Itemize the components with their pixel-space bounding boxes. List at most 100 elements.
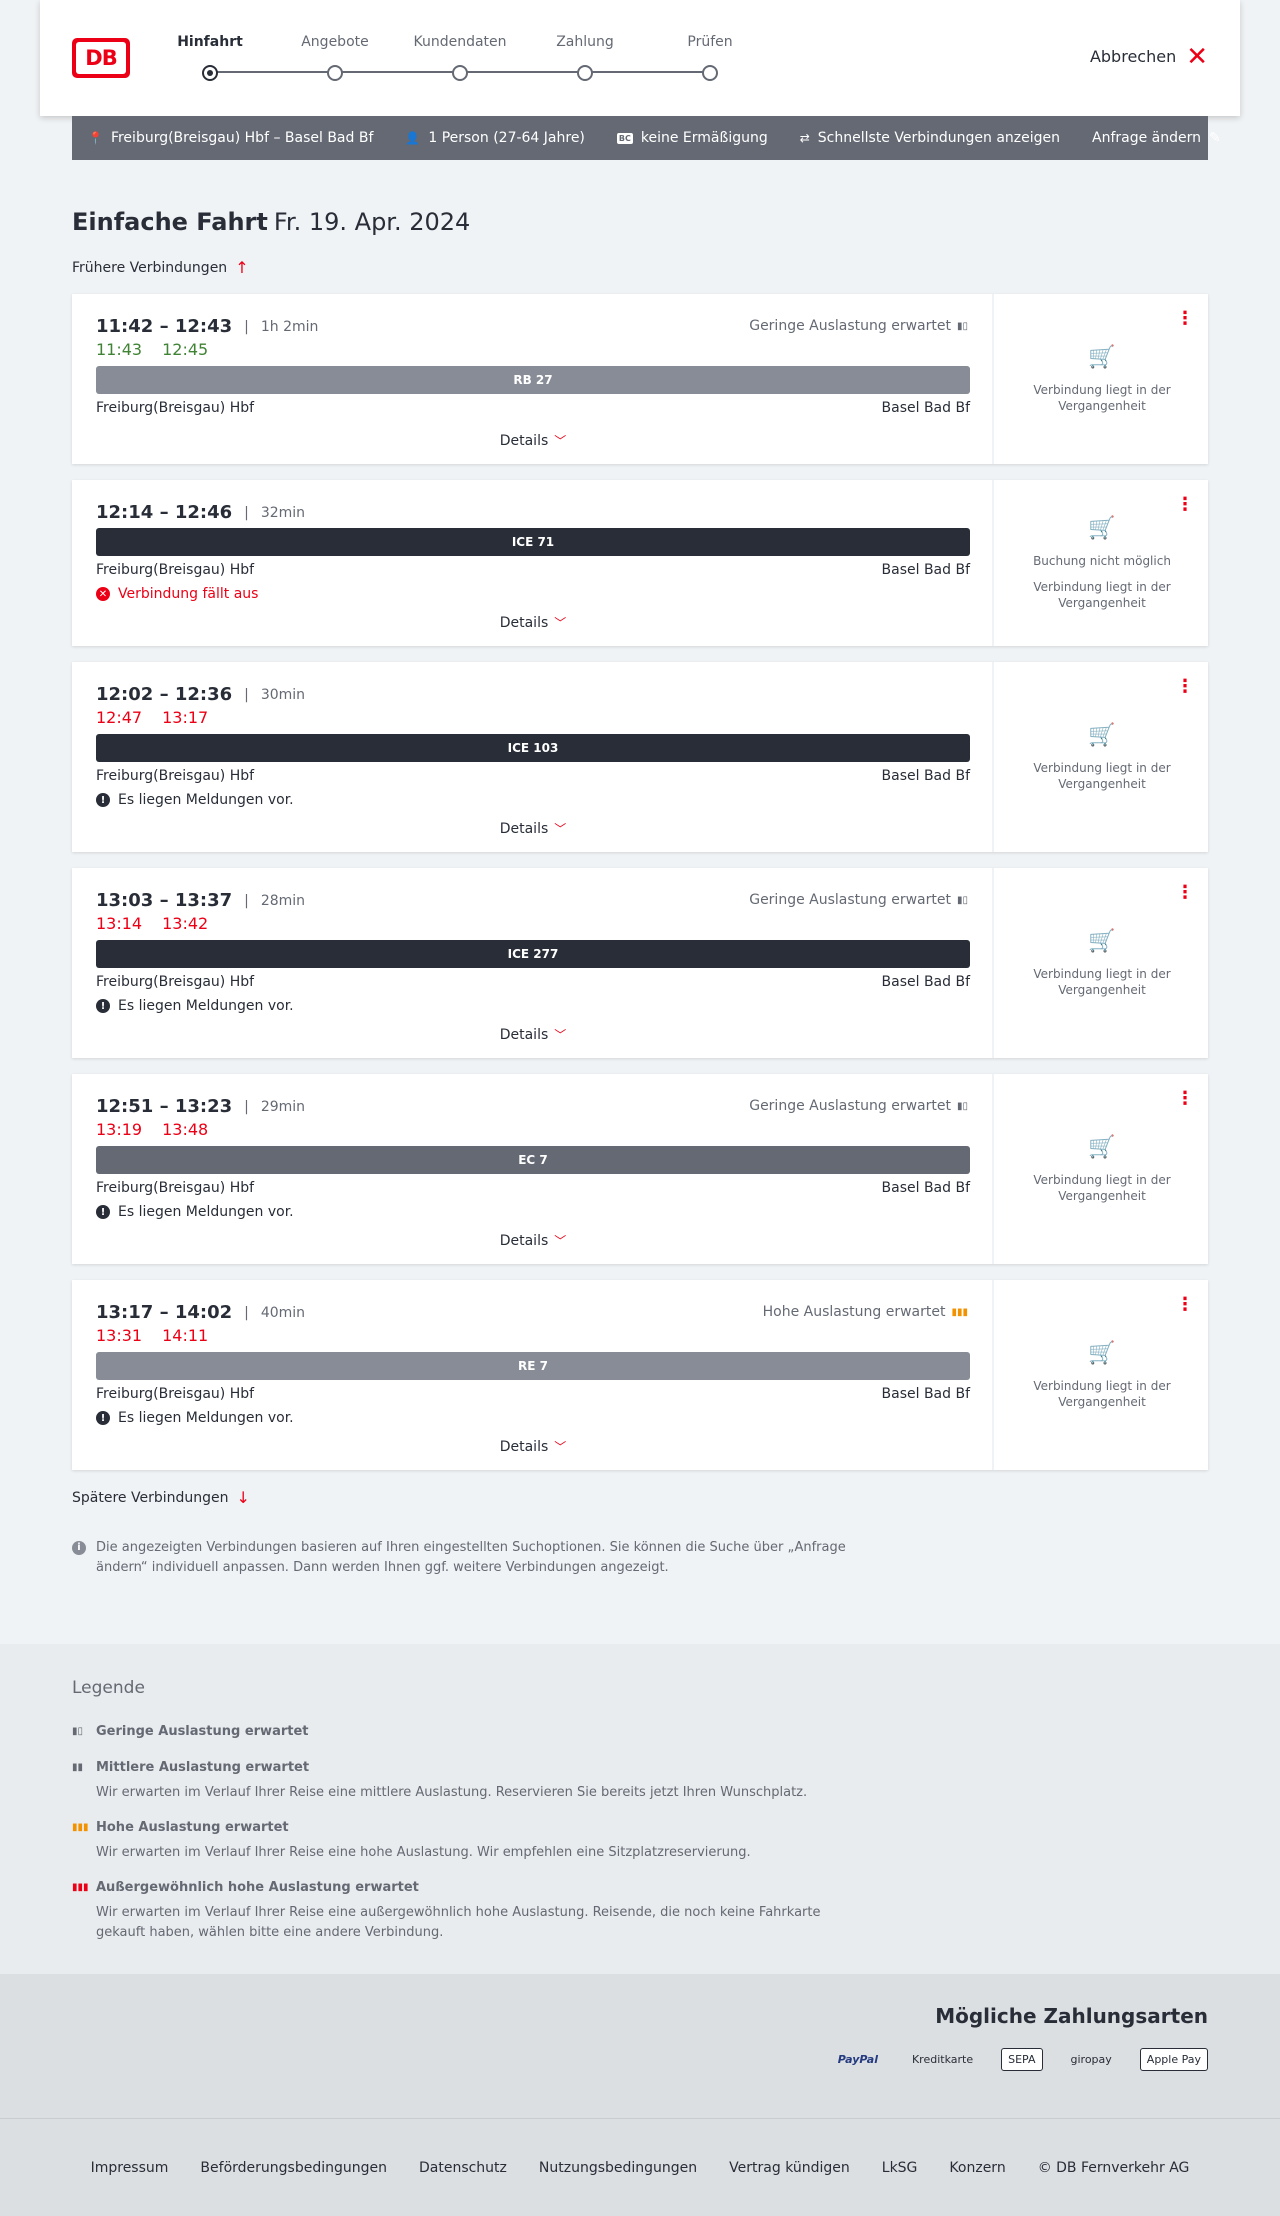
realtime-departure: 11:43 <box>96 340 143 359</box>
step-kundendaten: Kundendaten <box>405 34 515 81</box>
chevron-down-icon: ﹀ <box>554 822 567 836</box>
train-bar[interactable]: EC 7 <box>96 1146 970 1174</box>
footer-link-vertrag[interactable]: Vertrag kündigen <box>729 2160 850 2176</box>
low-load-icon: ▮▯ <box>956 320 968 332</box>
more-options-icon[interactable]: ⋮ <box>1176 676 1194 697</box>
train-bar[interactable]: RE 7 <box>96 1352 970 1380</box>
details-label: Details <box>499 821 549 837</box>
footer-link-konzern[interactable]: Konzern <box>949 2160 1005 2176</box>
details-toggle[interactable]: Details ﹀ <box>72 1232 994 1249</box>
arrival-station: Basel Bad Bf <box>881 400 970 416</box>
booking-status: ⋮ 🛒 Verbindung liegt in der Vergangenhei… <box>996 1280 1208 1470</box>
load-text: Hohe Auslastung erwartet <box>762 1304 946 1320</box>
duration: 28min <box>260 892 306 909</box>
duration: 40min <box>260 1304 306 1321</box>
status-note: Verbindung liegt in der Vergangenheit <box>1033 1378 1171 1409</box>
high-load-icon: ▮▮▮ <box>72 1822 89 1833</box>
booking-status: ⋮ 🛒 Buchung nicht möglich Verbindung lie… <box>996 480 1208 646</box>
trip-date: Fr. 19. Apr. 2024 <box>273 208 471 236</box>
departure-station: Freiburg(Breisgau) Hbf <box>96 400 255 416</box>
stations: Freiburg(Breisgau) Hbf Basel Bad Bf <box>96 562 970 578</box>
separator: | <box>244 504 249 521</box>
apple-pay-icon: Apple Pay <box>1139 2048 1208 2071</box>
train-bar[interactable]: ICE 103 <box>96 734 970 762</box>
footer-link-befoerderung[interactable]: Beförderungsbedingungen <box>200 2160 387 2176</box>
low-load-icon: ▮▯ <box>956 1100 968 1112</box>
connection-times: 13:17 – 14:02 | 40min <box>96 1302 305 1323</box>
arrow-down-icon: ↓ <box>236 1488 250 1507</box>
schedule-times: 13:03 – 13:37 <box>96 890 233 911</box>
db-logo[interactable]: DB <box>72 38 130 78</box>
cancel-button[interactable]: Abbrechen ✕ <box>1090 44 1208 70</box>
connection-times: 12:14 – 12:46 | 32min <box>96 502 305 523</box>
later-label: Spätere Verbindungen <box>72 1489 229 1506</box>
arrow-up-icon: ↑ <box>235 258 249 277</box>
load-text: Geringe Auslastung erwartet <box>749 318 951 334</box>
message-text: Es liegen Meldungen vor. <box>118 998 294 1014</box>
details-toggle[interactable]: Details ﹀ <box>72 614 994 631</box>
booking-stepper: Hinfahrt Angebote Kundendaten Zahlung Pr… <box>162 34 733 84</box>
realtime-times: 13:14 13:42 <box>96 914 208 933</box>
more-options-icon[interactable]: ⋮ <box>1176 1088 1194 1109</box>
details-label: Details <box>499 433 549 449</box>
cart-unavailable-icon: 🛒 <box>1088 1340 1116 1366</box>
earlier-connections-link[interactable]: Frühere Verbindungen ↑ <box>72 258 249 277</box>
db-logo-text: DB <box>76 42 126 74</box>
train-bar[interactable]: ICE 71 <box>96 528 970 556</box>
low-load-icon: ▮▯ <box>72 1726 84 1737</box>
route-summary: 📍 Freiburg(Breisgau) Hbf – Basel Bad Bf <box>88 130 373 146</box>
realtime-departure: 12:47 <box>96 708 143 727</box>
notice-message: ! Es liegen Meldungen vor. <box>96 1204 294 1220</box>
fastest-text: Schnellste Verbindungen anzeigen <box>817 130 1061 146</box>
step-label: Kundendaten <box>413 34 507 50</box>
chevron-down-icon: ﹀ <box>554 434 567 448</box>
step-zahlung: Zahlung <box>530 34 640 81</box>
connection-times: 12:51 – 13:23 | 29min <box>96 1096 305 1117</box>
separator: | <box>244 1098 249 1115</box>
fastest-toggle[interactable]: ⇄ Schnellste Verbindungen anzeigen <box>800 130 1060 146</box>
change-request-button[interactable]: Anfrage ändern ✎ <box>1092 130 1221 146</box>
details-toggle[interactable]: Details ﹀ <box>72 820 994 837</box>
legend-description: Wir erwarten im Verlauf Ihrer Reise eine… <box>96 1785 808 1800</box>
high-load-icon: ▮▮▮ <box>951 1306 968 1318</box>
details-toggle[interactable]: Details ﹀ <box>72 1438 994 1455</box>
legend-heading: Hohe Auslastung erwartet <box>96 1820 289 1835</box>
more-options-icon[interactable]: ⋮ <box>1176 494 1194 515</box>
realtime-arrival: 13:48 <box>162 1120 209 1139</box>
more-options-icon[interactable]: ⋮ <box>1176 1294 1194 1315</box>
connection-times: 11:42 – 12:43 | 1h 2min <box>96 316 318 337</box>
step-label: Zahlung <box>556 34 614 50</box>
footer-link-impressum[interactable]: Impressum <box>91 2160 169 2176</box>
connection-main: 12:51 – 13:23 | 29min Geringe Auslastung e… <box>72 1074 994 1264</box>
connection-card: 13:17 – 14:02 | 40min Hohe Auslastung erwa… <box>72 1280 1208 1470</box>
exclamation-icon: ! <box>96 793 110 807</box>
details-toggle[interactable]: Details ﹀ <box>72 1026 994 1043</box>
connection-card: 11:42 – 12:43 | 1h 2min Geringe Auslastung… <box>72 294 1208 464</box>
info-icon: i <box>72 1541 86 1555</box>
footer-link-datenschutz[interactable]: Datenschutz <box>419 2160 507 2176</box>
legend-description: Wir erwarten im Verlauf Ihrer Reise eine… <box>96 1845 751 1860</box>
footer-link-lksg[interactable]: LkSG <box>882 2160 918 2176</box>
step-hinfahrt[interactable]: Hinfahrt <box>155 34 265 81</box>
step-dot <box>577 65 593 81</box>
cart-unavailable-icon: 🛒 <box>1088 344 1116 370</box>
train-bar[interactable]: RB 27 <box>96 366 970 394</box>
train-bar[interactable]: ICE 277 <box>96 940 970 968</box>
more-options-icon[interactable]: ⋮ <box>1176 308 1194 329</box>
arrival-station: Basel Bad Bf <box>881 1386 970 1402</box>
more-options-icon[interactable]: ⋮ <box>1176 882 1194 903</box>
step-label: Prüfen <box>687 34 733 50</box>
route-text: Freiburg(Breisgau) Hbf – Basel Bad Bf <box>110 130 374 146</box>
legend-item: ▮▮▮ Hohe Auslastung erwartet Wir erwarten… <box>72 1820 852 1863</box>
details-label: Details <box>499 615 549 631</box>
footer-link-nutzung[interactable]: Nutzungsbedingungen <box>539 2160 697 2176</box>
details-label: Details <box>499 1233 549 1249</box>
later-connections-link[interactable]: Spätere Verbindungen ↓ <box>72 1488 250 1507</box>
discount-text: keine Ermäßigung <box>640 130 768 146</box>
step-label: Angebote <box>301 34 369 50</box>
details-toggle[interactable]: Details ﹀ <box>72 432 994 449</box>
departure-station: Freiburg(Breisgau) Hbf <box>96 768 255 784</box>
realtime-arrival: 13:17 <box>162 708 209 727</box>
info-text: Die angezeigten Verbindungen basieren au… <box>96 1540 846 1575</box>
search-summary-bar: 📍 Freiburg(Breisgau) Hbf – Basel Bad Bf 👤… <box>72 116 1221 160</box>
